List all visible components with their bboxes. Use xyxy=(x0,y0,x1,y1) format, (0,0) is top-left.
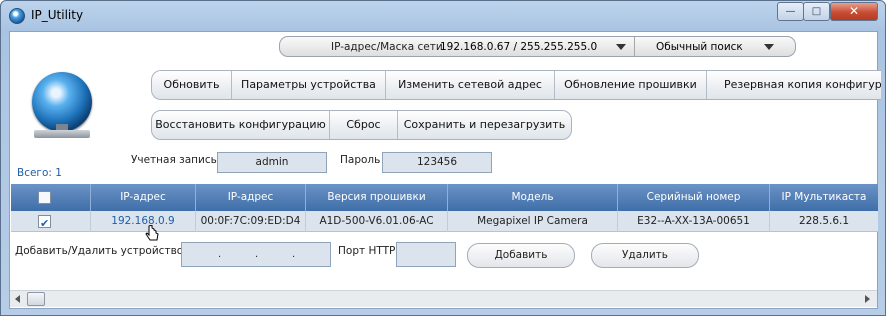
restore-config-button[interactable]: Восстановить конфигурацию xyxy=(152,111,330,139)
scroll-left-icon[interactable] xyxy=(15,295,20,303)
multicast-cell: 228.5.6.1 xyxy=(798,215,850,227)
search-mode-select[interactable]: Обычный поиск xyxy=(656,41,743,53)
ip-address-cell[interactable]: 192.168.0.9 xyxy=(91,211,196,232)
model-cell: Megapixel IP Camera xyxy=(448,211,618,232)
device-count: Всего: 1 xyxy=(17,167,62,179)
main-toolbar: Обновить Параметры устройства Изменить с… xyxy=(151,70,881,100)
row-checkbox[interactable] xyxy=(38,213,51,232)
maximize-button[interactable]: □ xyxy=(803,2,830,21)
column-header[interactable]: IP-адрес xyxy=(91,184,196,211)
column-header[interactable]: Модель xyxy=(448,184,618,211)
save-reboot-button[interactable]: Сохранить и перезагрузить xyxy=(398,111,571,139)
add-button[interactable]: Добавить xyxy=(467,243,575,268)
password-label: Пароль xyxy=(340,154,381,166)
app-globe-icon xyxy=(9,8,25,24)
scroll-right-icon[interactable] xyxy=(865,295,870,303)
column-header[interactable]: IP-адрес xyxy=(196,184,306,211)
close-button[interactable]: ✕ xyxy=(830,2,878,21)
minimize-button[interactable]: — xyxy=(777,2,804,21)
ip-separator: . xyxy=(255,249,259,260)
select-all-column xyxy=(11,184,91,211)
logo-base xyxy=(34,130,90,138)
device-params-button[interactable]: Параметры устройства xyxy=(232,71,386,99)
password-field[interactable]: 123456 xyxy=(382,152,492,173)
horizontal-scrollbar[interactable] xyxy=(10,290,877,307)
device-ip-input[interactable]: . . . xyxy=(181,242,331,267)
http-port-input[interactable] xyxy=(396,242,456,267)
row-select-cell xyxy=(11,211,91,232)
http-port-label: Порт HTTP xyxy=(338,245,396,257)
change-network-button[interactable]: Изменить сетевой адрес xyxy=(386,71,555,99)
delete-button[interactable]: Удалить xyxy=(591,243,699,268)
firmware-update-button[interactable]: Обновление прошивки xyxy=(555,71,707,99)
ip-separator: . xyxy=(292,249,296,260)
table-row[interactable]: 192.168.0.9 00:0F:7C:09:ED:D4 A1D-500-V6… xyxy=(11,211,878,232)
secondary-toolbar: Восстановить конфигурацию Сброс Сохранит… xyxy=(151,110,572,140)
account-field[interactable]: admin xyxy=(217,152,327,173)
title-bar[interactable]: IP_Utility — □ ✕ xyxy=(1,1,885,31)
hand-cursor-icon xyxy=(145,225,159,241)
column-header[interactable]: Серийный номер xyxy=(618,184,770,211)
mac-address-cell: 00:0F:7C:09:ED:D4 xyxy=(196,211,306,232)
column-header[interactable]: IP Мультикаста xyxy=(770,184,878,211)
reset-button[interactable]: Сброс xyxy=(330,111,398,139)
chevron-down-icon[interactable] xyxy=(616,44,626,50)
chevron-down-icon[interactable] xyxy=(764,44,774,50)
scroll-thumb[interactable] xyxy=(27,292,45,306)
network-filter-bar: IP-адрес/Маска сети 192.168.0.67 / 255.2… xyxy=(279,36,796,57)
window-title: IP_Utility xyxy=(31,8,84,22)
select-all-checkbox[interactable] xyxy=(38,191,51,204)
ip-mask-select[interactable]: 192.168.0.67 / 255.255.255.0 xyxy=(440,41,597,53)
column-header[interactable]: Версия прошивки xyxy=(306,184,448,211)
add-remove-label: Добавить/Удалить устройство xyxy=(15,245,184,257)
ip-separator: . xyxy=(218,249,222,260)
account-label: Учетная запись xyxy=(131,154,217,166)
divider xyxy=(634,37,635,56)
refresh-button[interactable]: Обновить xyxy=(152,71,232,99)
serial-cell: E32--A-XX-13A-00651 xyxy=(618,211,770,232)
ip-mask-label: IP-адрес/Маска сети xyxy=(331,41,443,53)
app-window: IP_Utility — □ ✕ IP-адрес/Маска сети 192… xyxy=(0,0,886,316)
backup-config-button[interactable]: Резервная копия конфигурации xyxy=(707,71,881,99)
table-header: IP-адрес IP-адрес Версия прошивки Модель… xyxy=(11,184,878,211)
main-panel: IP-адрес/Маска сети 192.168.0.67 / 255.2… xyxy=(9,31,881,309)
firmware-cell: A1D-500-V6.01.06-AC xyxy=(306,211,448,232)
ip-utility-logo-icon xyxy=(32,72,92,132)
